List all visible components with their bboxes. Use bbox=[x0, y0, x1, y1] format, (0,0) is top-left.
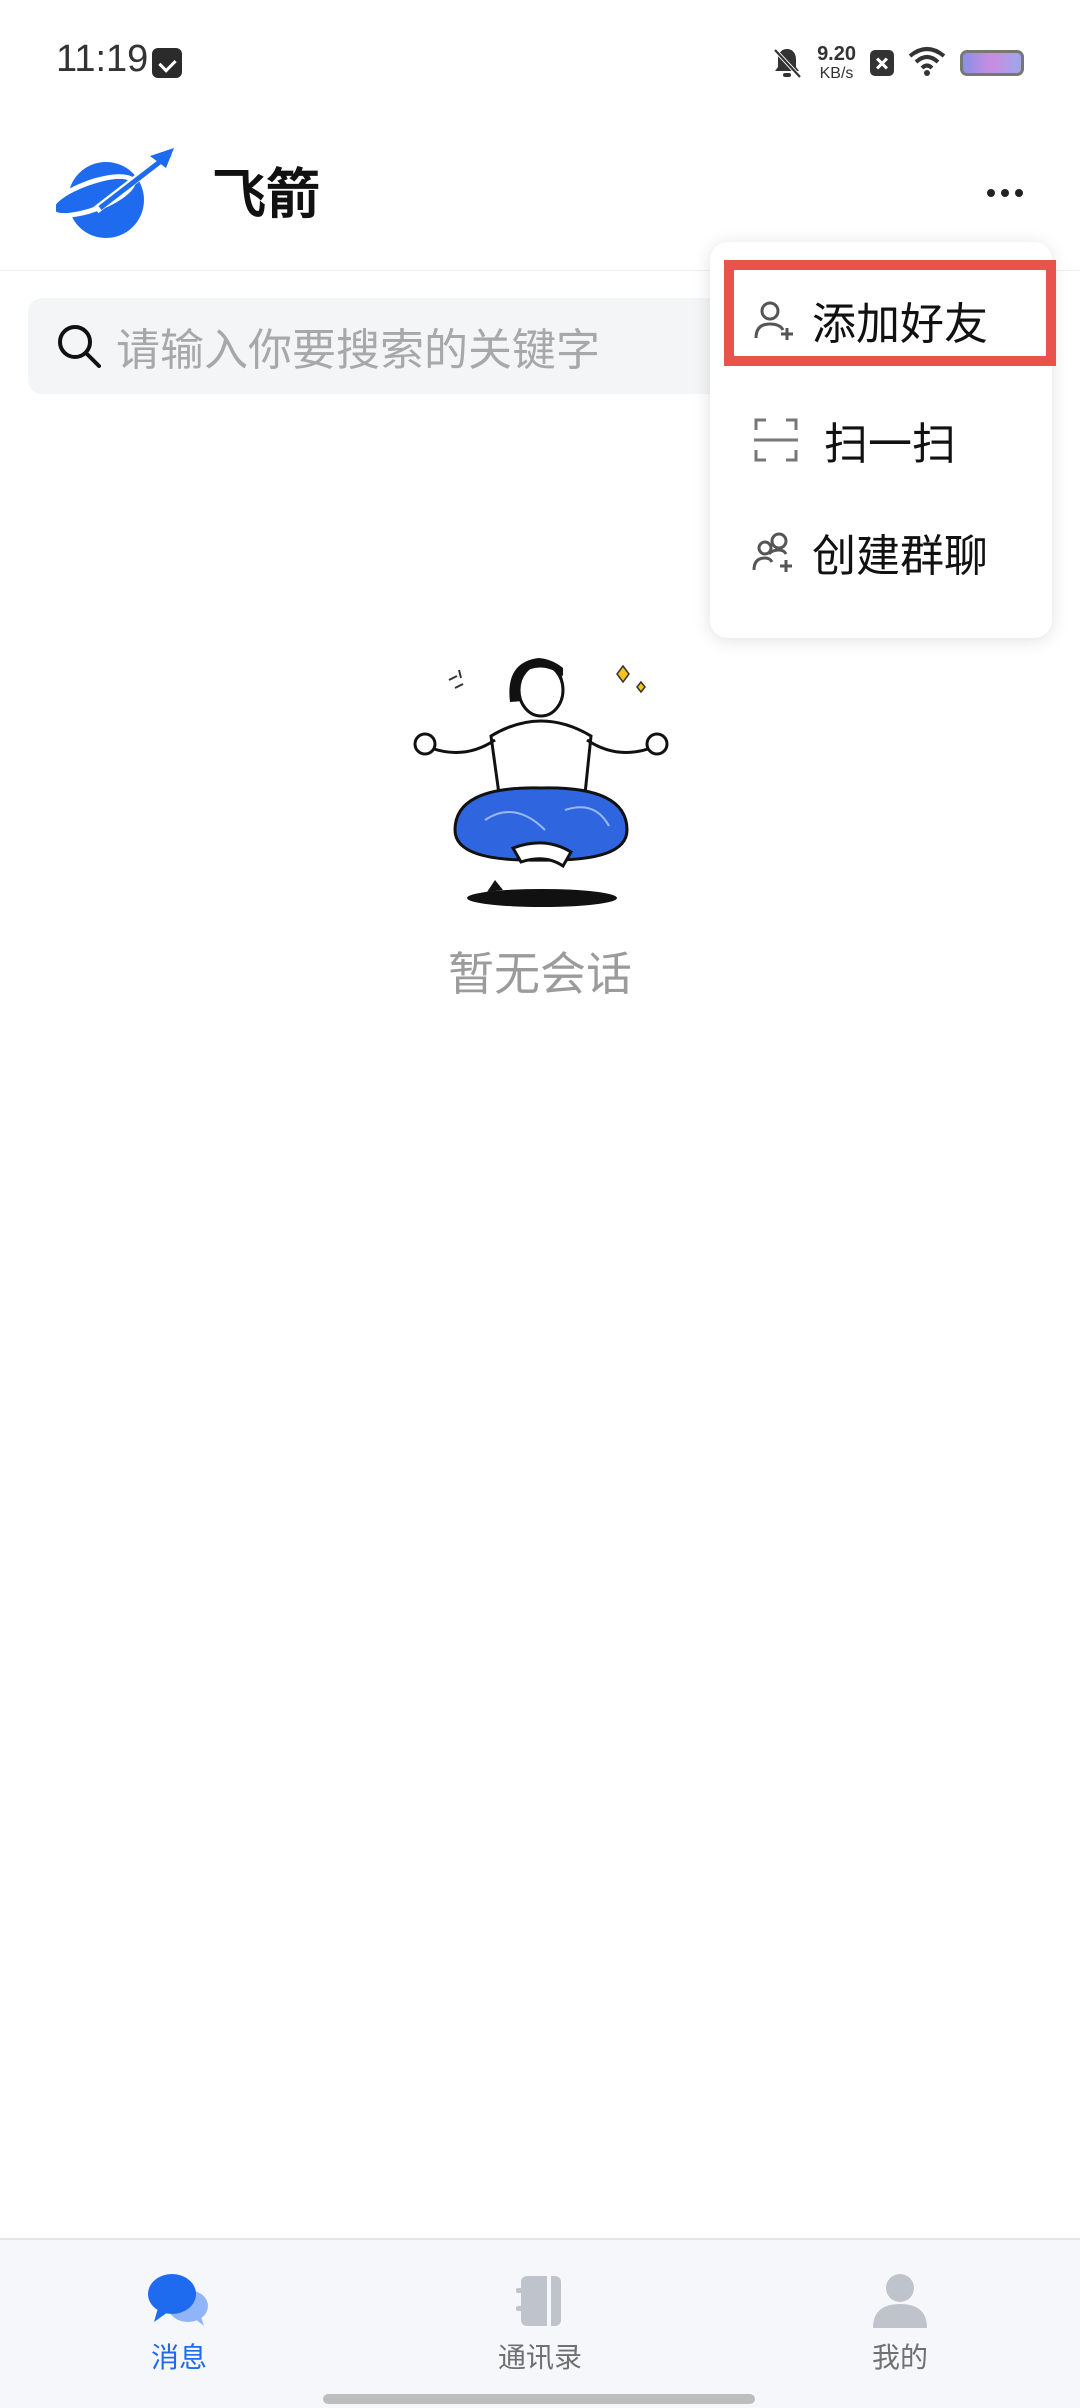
messages-icon bbox=[148, 2274, 208, 2326]
search-icon bbox=[58, 325, 101, 368]
app-title: 飞箭 bbox=[212, 163, 320, 226]
close-box-icon bbox=[870, 50, 894, 76]
profile-icon bbox=[873, 2274, 927, 2328]
empty-state-text: 暂无会话 bbox=[448, 947, 632, 1001]
more-dot bbox=[1015, 189, 1023, 197]
meditating-person-illustration bbox=[413, 658, 669, 907]
tab-contacts[interactable]: 通讯录 bbox=[440, 2270, 640, 2380]
more-dot bbox=[1001, 189, 1009, 197]
tab-messages[interactable]: 消息 bbox=[79, 2270, 279, 2380]
menu-item-create-group[interactable]: 创建群聊 bbox=[710, 502, 1052, 602]
scan-icon bbox=[754, 418, 798, 462]
highlight-box bbox=[724, 260, 1056, 366]
app-screen: 11:19 9.20 KB/s 飞箭 请输入你要搜索的关键字 暂无会话 添加好友… bbox=[0, 0, 1080, 2408]
more-dot bbox=[987, 189, 995, 197]
menu-item-scan[interactable]: 扫一扫 bbox=[710, 390, 1052, 490]
rocket-logo-icon bbox=[56, 148, 174, 238]
bottom-nav: 消息 通讯录 我的 bbox=[0, 2238, 1080, 2408]
tab-label: 我的 bbox=[871, 2341, 928, 2374]
tab-label: 消息 bbox=[150, 2341, 207, 2374]
wifi-icon bbox=[908, 46, 946, 80]
battery-icon bbox=[960, 50, 1024, 76]
more-button[interactable] bbox=[970, 158, 1040, 228]
status-bar: 11:19 9.20 KB/s bbox=[0, 0, 1080, 120]
menu-item-label: 扫一扫 bbox=[824, 419, 956, 470]
create-group-icon bbox=[752, 532, 792, 572]
home-indicator[interactable] bbox=[323, 2394, 755, 2404]
net-speed: 9.20 KB/s bbox=[817, 44, 856, 82]
tab-me[interactable]: 我的 bbox=[800, 2270, 1000, 2380]
net-speed-value: 9.20 bbox=[817, 43, 856, 65]
search-placeholder: 请输入你要搜索的关键字 bbox=[116, 325, 600, 376]
status-time: 11:19 bbox=[56, 38, 149, 80]
mute-bell-icon bbox=[771, 46, 803, 80]
contacts-book-icon bbox=[516, 2276, 561, 2326]
menu-item-label: 创建群聊 bbox=[812, 531, 988, 582]
net-speed-unit: KB/s bbox=[819, 65, 854, 82]
tab-label: 通讯录 bbox=[497, 2341, 582, 2374]
app-notification-icon bbox=[152, 48, 182, 78]
status-icons: 9.20 KB/s bbox=[771, 38, 1024, 88]
